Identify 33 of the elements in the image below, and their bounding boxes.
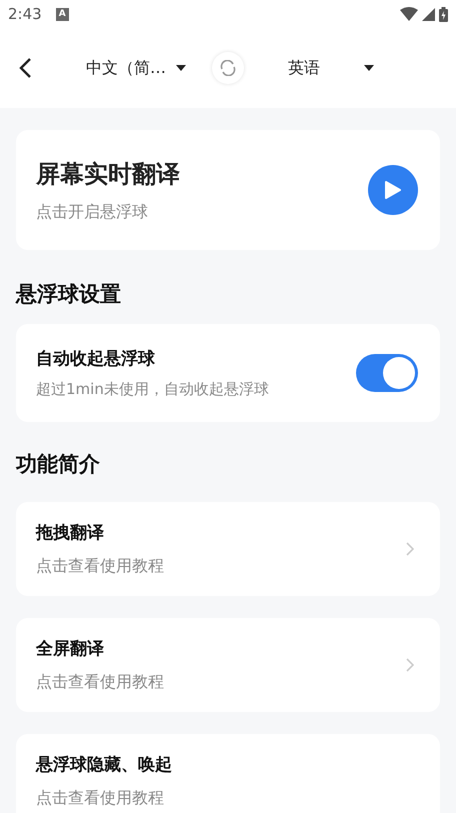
status-time: 2:43 [8, 5, 42, 23]
feature-row[interactable]: 悬浮球隐藏、唤起 点击查看使用教程 [16, 734, 440, 813]
setting-title: 自动收起悬浮球 [36, 348, 156, 370]
back-icon [18, 57, 32, 79]
feature-description: 点击查看使用教程 [36, 672, 165, 693]
dropdown-caret-icon [176, 65, 186, 71]
feature-title: 全屏翻译 [36, 638, 105, 660]
feature-title: 拖拽翻译 [36, 522, 105, 544]
feature-title: 悬浮球隐藏、唤起 [36, 754, 173, 776]
dropdown-caret-icon [364, 65, 374, 71]
feature-row[interactable]: 全屏翻译 点击查看使用教程 [16, 618, 440, 712]
live-translate-card[interactable]: 屏幕实时翻译 点击开启悬浮球 [16, 130, 440, 250]
card-title: 屏幕实时翻译 [36, 158, 181, 190]
source-language-dropdown[interactable]: 中文（简… [82, 54, 190, 82]
feature-row[interactable]: 拖拽翻译 点击查看使用教程 [16, 502, 440, 596]
toggle-switch[interactable] [356, 354, 418, 392]
notification-icon: A [56, 8, 69, 20]
section-heading: 悬浮球设置 [16, 281, 122, 308]
play-icon [384, 180, 402, 200]
feature-description: 点击查看使用教程 [36, 556, 165, 577]
play-button[interactable] [368, 165, 418, 215]
card-subtitle: 点击开启悬浮球 [36, 202, 149, 222]
section-heading: 功能简介 [16, 451, 101, 478]
wifi-icon [400, 7, 418, 21]
swap-icon [219, 60, 237, 76]
setting-description: 超过1min未使用，自动收起悬浮球 [36, 380, 270, 399]
target-language-dropdown[interactable]: 英语 [284, 54, 378, 82]
swap-button[interactable] [212, 52, 244, 84]
feature-description: 点击查看使用教程 [36, 788, 165, 809]
battery-icon [439, 6, 448, 22]
signal-icon [422, 8, 435, 20]
chevron-icon [406, 542, 414, 556]
chevron-icon [406, 658, 414, 672]
